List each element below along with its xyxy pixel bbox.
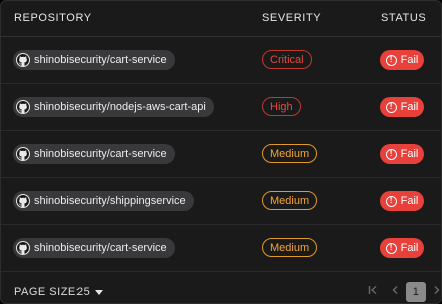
chevron-left-icon[interactable] [391,284,399,298]
repository-chip[interactable]: shinobisecurity/cart-service [13,238,175,258]
table-row[interactable]: shinobisecurity/shippingservice Medium !… [1,178,441,225]
status-badge: ! Fail [380,238,424,258]
page-size-value: 25 [77,286,91,298]
table-row[interactable]: shinobisecurity/nodejs-aws-cart-api High… [1,84,441,131]
repository-name: shinobisecurity/nodejs-aws-cart-api [34,101,206,113]
repository-chip[interactable]: shinobisecurity/cart-service [13,144,175,164]
repository-name: shinobisecurity/cart-service [34,242,167,254]
github-icon [16,194,30,208]
github-icon [16,100,30,114]
repository-name: shinobisecurity/shippingservice [34,195,186,207]
exclamation-circle-icon: ! [385,242,397,254]
status-label: Fail [400,148,419,160]
github-icon [16,53,30,67]
column-header-status[interactable]: STATUS [381,12,426,24]
page-size-select[interactable]: 25 [77,286,104,298]
table-header: REPOSITORY SEVERITY STATUS [1,1,441,37]
status-label: Fail [400,242,419,254]
page-size-label: PAGE SIZE: [14,286,80,298]
exclamation-circle-icon: ! [385,148,397,160]
status-label: Fail [400,101,419,113]
table-body: shinobisecurity/cart-service Critical ! … [1,37,441,272]
first-page-icon[interactable] [368,284,378,298]
repository-chip[interactable]: shinobisecurity/cart-service [13,50,175,70]
repository-name: shinobisecurity/cart-service [34,54,167,66]
chevron-right-icon[interactable] [434,284,440,298]
severity-badge: Critical [262,50,312,69]
repository-name: shinobisecurity/cart-service [34,148,167,160]
severity-badge: Medium [262,238,318,257]
github-icon [16,241,30,255]
severity-badge: High [262,97,301,116]
status-badge: ! Fail [380,144,424,164]
status-label: Fail [400,54,419,66]
chevron-down-icon [95,289,104,295]
github-icon [16,147,30,161]
severity-badge: Medium [262,144,318,163]
column-header-severity[interactable]: SEVERITY [262,12,321,24]
status-badge: ! Fail [380,97,424,117]
severity-badge: Medium [262,191,318,210]
status-badge: ! Fail [380,50,424,70]
repository-chip[interactable]: shinobisecurity/nodejs-aws-cart-api [13,97,214,117]
exclamation-circle-icon: ! [385,195,397,207]
exclamation-circle-icon: ! [385,54,397,66]
table-footer: PAGE SIZE: 25 1 [1,273,441,303]
table-row[interactable]: shinobisecurity/cart-service Medium ! Fa… [1,225,441,272]
table-row[interactable]: shinobisecurity/cart-service Critical ! … [1,37,441,84]
repository-chip[interactable]: shinobisecurity/shippingservice [13,191,194,211]
exclamation-circle-icon: ! [385,101,397,113]
page-button-current[interactable]: 1 [406,282,426,302]
status-badge: ! Fail [380,191,424,211]
findings-table: REPOSITORY SEVERITY STATUS shinobisecuri… [0,0,442,304]
status-label: Fail [400,195,419,207]
column-header-repository[interactable]: REPOSITORY [14,12,92,24]
table-row[interactable]: shinobisecurity/cart-service Medium ! Fa… [1,131,441,178]
